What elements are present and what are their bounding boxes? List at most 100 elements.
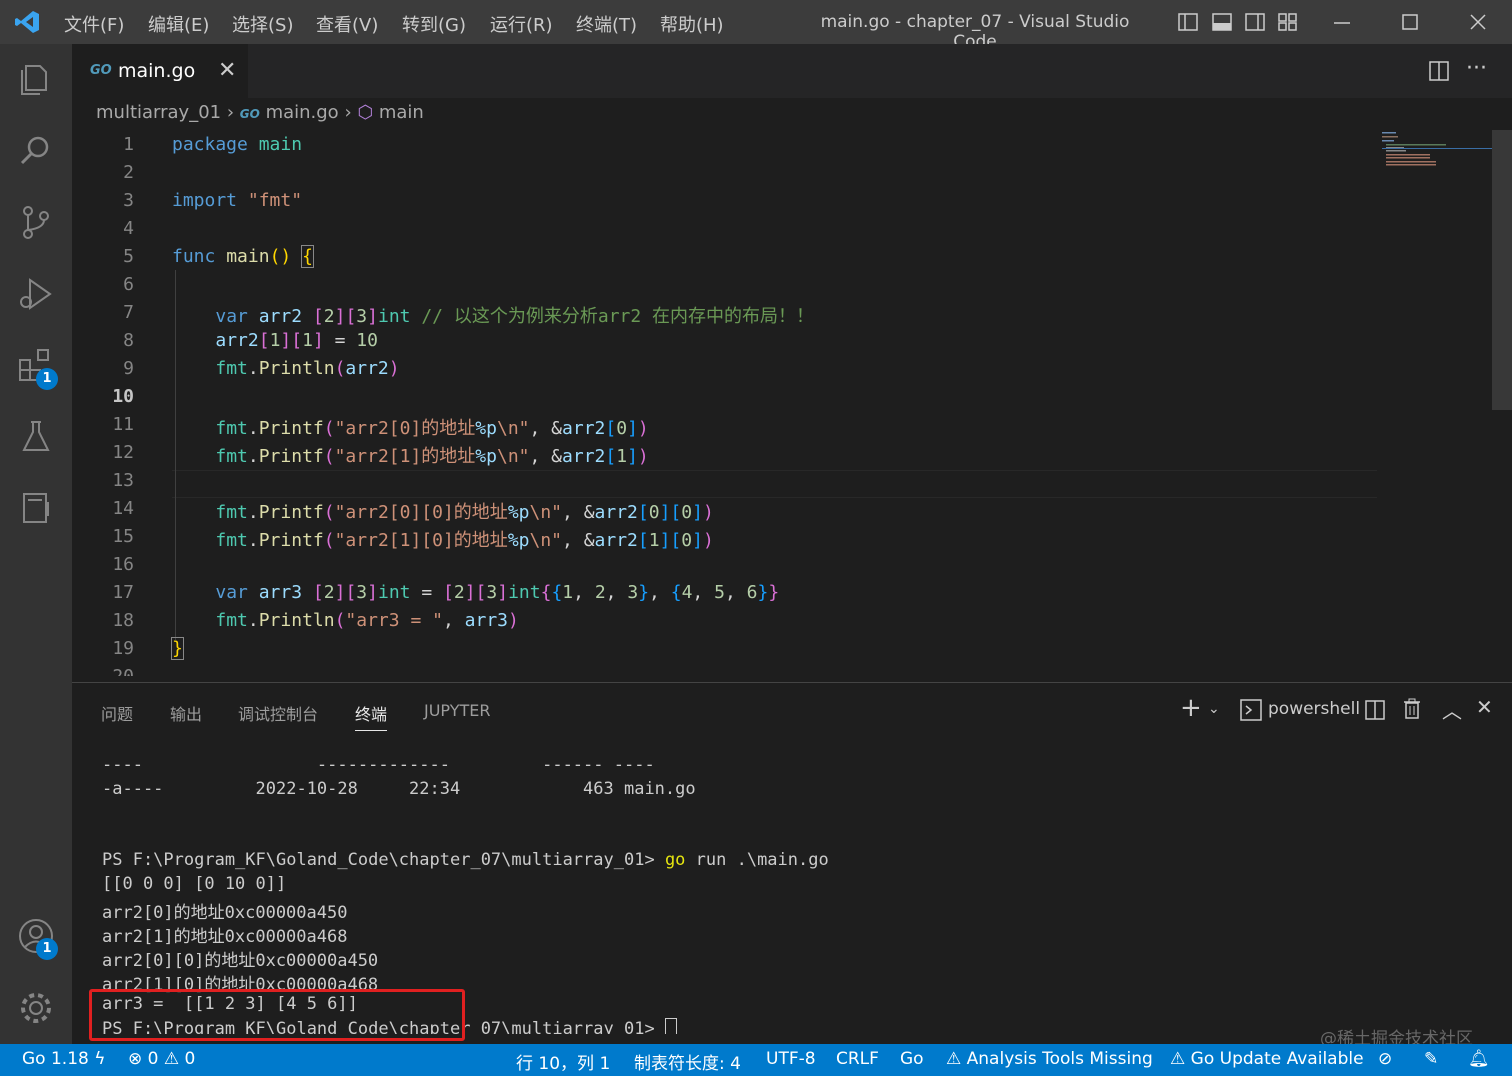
- split-terminal-icon[interactable]: [1364, 699, 1386, 721]
- code-line: 17 var arr3 [2][3]int = [2][3]int{{1, 2,…: [72, 578, 1372, 606]
- more-actions-icon[interactable]: ···: [1466, 56, 1487, 81]
- highlight-box: [89, 989, 465, 1041]
- code-line: 16: [72, 550, 1372, 578]
- tab-problems[interactable]: 问题: [101, 701, 133, 725]
- toggle-primary-sidebar-icon[interactable]: [1178, 12, 1198, 32]
- tab-debug-console[interactable]: 调试控制台: [238, 701, 318, 725]
- feedback-icon[interactable]: ✎: [1424, 1049, 1438, 1069]
- editor-area: GO main.go ✕ ··· multiarray_01 › GO main…: [72, 44, 1512, 680]
- chevron-right-icon: ›: [344, 102, 358, 123]
- terminal-line: -a---- 2022-10-28 22:34 463 main.go: [102, 779, 696, 799]
- activity-bar: 1 1: [0, 44, 72, 1044]
- cube-icon: ⬡: [357, 102, 374, 123]
- menu-run[interactable]: 运行(R): [490, 11, 553, 37]
- menu-selection[interactable]: 选择(S): [232, 11, 293, 37]
- maximize-panel-icon[interactable]: ︿: [1442, 695, 1462, 724]
- terminal-line: ---- ------------- ------ ----: [102, 755, 655, 775]
- menu-help[interactable]: 帮助(H): [660, 11, 724, 37]
- go-version-status[interactable]: Go 1.18 ϟ: [22, 1049, 105, 1069]
- lightning-icon: ϟ: [94, 1049, 106, 1069]
- tab-jupyter[interactable]: JUPYTER: [424, 701, 491, 720]
- eol-status[interactable]: CRLF: [836, 1049, 879, 1069]
- warning-icon: ⚠: [163, 1049, 180, 1069]
- line-number: 16: [112, 554, 134, 575]
- encoding-status[interactable]: UTF-8: [766, 1049, 816, 1069]
- code-line: 12 fmt.Printf("arr2[1]的地址%p\n", &arr2[1]…: [72, 438, 1372, 467]
- gear-icon[interactable]: [16, 988, 56, 1028]
- code-line: 11 fmt.Printf("arr2[0]的地址%p\n", &arr2[0]…: [72, 410, 1372, 439]
- code-line: 20: [72, 662, 1372, 676]
- go-update-status[interactable]: ⚠ Go Update Available: [1170, 1049, 1364, 1069]
- line-number: 2: [123, 162, 134, 183]
- terminal-line: arr2[0][0]的地址0xc00000a450: [102, 951, 379, 971]
- line-number: 5: [123, 246, 134, 267]
- code-line: 14 fmt.Printf("arr2[0][0]的地址%p\n", &arr2…: [72, 494, 1372, 523]
- menu-terminal[interactable]: 终端(T): [576, 11, 637, 37]
- explorer-icon[interactable]: [16, 58, 56, 98]
- problems-status[interactable]: ⊗ 0 ⚠ 0: [128, 1049, 195, 1069]
- warning-icon: ⚠: [946, 1049, 962, 1069]
- close-icon[interactable]: ✕: [218, 58, 236, 83]
- line-number-active: 10: [112, 386, 134, 407]
- line-number: 15: [112, 526, 134, 547]
- terminal-line: arr2[1]的地址0xc00000a468: [102, 927, 348, 947]
- testing-icon[interactable]: [16, 416, 56, 456]
- new-terminal-icon[interactable]: +: [1180, 693, 1202, 723]
- cursor-position[interactable]: 行 10，列 1: [516, 1049, 610, 1074]
- tab-terminal[interactable]: 终端: [355, 701, 388, 731]
- broadcast-off-icon[interactable]: ⊘: [1378, 1049, 1392, 1069]
- tab-main-go[interactable]: GO main.go ✕: [72, 44, 248, 98]
- source-control-icon[interactable]: [16, 202, 56, 242]
- terminal-cursor: [664, 1018, 677, 1034]
- terminal-command-go: go: [664, 850, 686, 870]
- breadcrumb-file[interactable]: main.go: [266, 102, 339, 123]
- menu-edit[interactable]: 编辑(E): [148, 11, 209, 37]
- customize-layout-icon[interactable]: [1278, 12, 1298, 32]
- menu-go[interactable]: 转到(G): [402, 11, 466, 37]
- code-line: 3 import "fmt": [72, 186, 1372, 214]
- line-number: 6: [123, 274, 134, 295]
- terminal-icon: [1240, 699, 1262, 721]
- menu-view[interactable]: 查看(V): [316, 11, 378, 37]
- notifications-icon[interactable]: 🔔︎: [1468, 1049, 1490, 1069]
- minimize-icon[interactable]: [1332, 12, 1352, 32]
- code-line: 7 var arr2 [2][3]int // 以这个为例来分析arr2 在内存…: [72, 298, 1372, 327]
- code-line: 18 fmt.Println("arr3 = ", arr3): [72, 606, 1372, 634]
- terminal-output[interactable]: ---- ------------- ------ ---- -a---- 20…: [102, 755, 829, 1034]
- chevron-down-icon[interactable]: ⌄: [1208, 701, 1220, 717]
- tab-label: main.go: [118, 60, 196, 82]
- search-icon[interactable]: [16, 130, 56, 170]
- remote-explorer-icon[interactable]: [16, 488, 56, 528]
- trash-icon[interactable]: [1402, 698, 1422, 720]
- language-status[interactable]: Go: [900, 1049, 924, 1069]
- line-number: 3: [123, 190, 134, 211]
- terminal-line: arr2[0]的地址0xc00000a450: [102, 903, 348, 923]
- line-number: 8: [123, 330, 134, 351]
- error-icon: ⊗: [128, 1049, 143, 1069]
- go-file-icon: GO: [90, 63, 112, 78]
- toggle-panel-icon[interactable]: [1212, 12, 1232, 32]
- analysis-tools-status[interactable]: ⚠ Analysis Tools Missing: [946, 1049, 1153, 1069]
- close-panel-icon[interactable]: ✕: [1476, 695, 1493, 719]
- line-number: 4: [123, 218, 134, 239]
- split-editor-icon[interactable]: [1428, 60, 1450, 82]
- maximize-icon[interactable]: [1400, 12, 1420, 32]
- run-debug-icon[interactable]: [16, 274, 56, 314]
- code-line: 1 package main: [72, 130, 1372, 158]
- accounts-badge: 1: [36, 938, 58, 960]
- minimap[interactable]: [1378, 130, 1492, 190]
- menu-file[interactable]: 文件(F): [64, 11, 124, 37]
- breadcrumb-symbol[interactable]: main: [379, 102, 424, 123]
- breadcrumb-folder[interactable]: multiarray_01: [96, 102, 221, 123]
- editor-scrollbar[interactable]: [1492, 130, 1512, 410]
- shell-name[interactable]: powershell: [1268, 699, 1360, 719]
- warning-icon: ⚠: [1170, 1049, 1186, 1069]
- tab-output[interactable]: 输出: [170, 701, 202, 725]
- line-number: 14: [112, 498, 134, 519]
- line-number: 20: [72, 666, 134, 676]
- toggle-secondary-sidebar-icon[interactable]: [1245, 12, 1265, 32]
- line-number: 18: [112, 610, 134, 631]
- close-window-icon[interactable]: [1468, 12, 1488, 32]
- terminal-line: [[0 0 0] [0 10 0]]: [102, 874, 287, 894]
- indentation-status[interactable]: 制表符长度: 4: [634, 1049, 741, 1074]
